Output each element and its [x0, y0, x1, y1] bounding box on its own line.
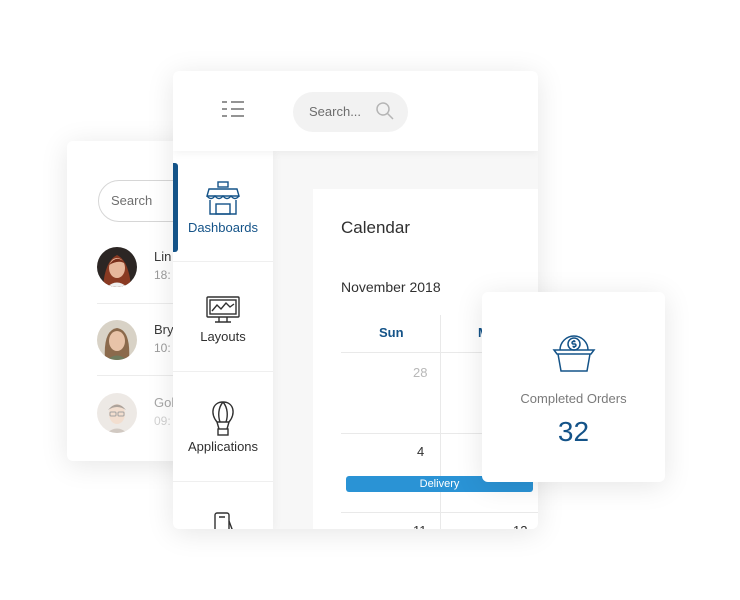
active-indicator [173, 163, 178, 252]
search-icon[interactable] [375, 101, 395, 121]
sidebar-item-label: Applications [187, 439, 259, 454]
search-placeholder: Search... [309, 104, 362, 119]
sidebar-item-label: Layouts [200, 329, 246, 344]
day-cell[interactable]: 28 [413, 365, 427, 380]
contact-time: 09: [154, 414, 171, 428]
calendar-title: Calendar [341, 218, 410, 237]
sidebar-item-applications[interactable]: Applications [173, 371, 273, 481]
orders-count: 32 [557, 416, 590, 447]
sidebar-item-layouts[interactable]: Layouts [173, 261, 273, 371]
day-cell[interactable]: 4 [417, 444, 424, 459]
completed-orders-card[interactable]: Completed Orders 32 [482, 292, 665, 482]
air-balloon-icon [212, 401, 234, 436]
avatar [97, 247, 137, 287]
orders-label: Completed Orders [520, 391, 627, 406]
sidebar-item-label: Dashboards [187, 220, 259, 235]
avatar [97, 320, 137, 360]
contact-time: 18: [154, 268, 171, 282]
shop-icon [206, 181, 240, 215]
menu-toggle-icon[interactable] [221, 100, 245, 118]
grid-line [341, 512, 538, 513]
sidebar-item-mobile[interactable] [173, 481, 273, 529]
top-navbar: Search... [173, 71, 538, 151]
day-cell[interactable]: 12 [513, 523, 527, 529]
contact-name: Bry [154, 322, 174, 337]
mobile-icon [214, 512, 233, 529]
search-input[interactable]: Search... [293, 92, 408, 132]
day-cell[interactable]: 11 [413, 523, 427, 529]
contact-time: 10: [154, 341, 171, 355]
calendar-month: November 2018 [341, 279, 441, 295]
contact-name: Gol [154, 395, 175, 410]
avatar [97, 393, 137, 433]
contact-name: Lin [154, 249, 172, 264]
basket-icon [552, 335, 596, 372]
grid-line [440, 315, 441, 529]
weekday-sun: Sun [379, 325, 404, 340]
monitor-icon [206, 296, 240, 323]
sidebar: Dashboards Layouts Applications [173, 151, 273, 529]
sidebar-item-dashboards[interactable]: Dashboards [173, 151, 273, 261]
